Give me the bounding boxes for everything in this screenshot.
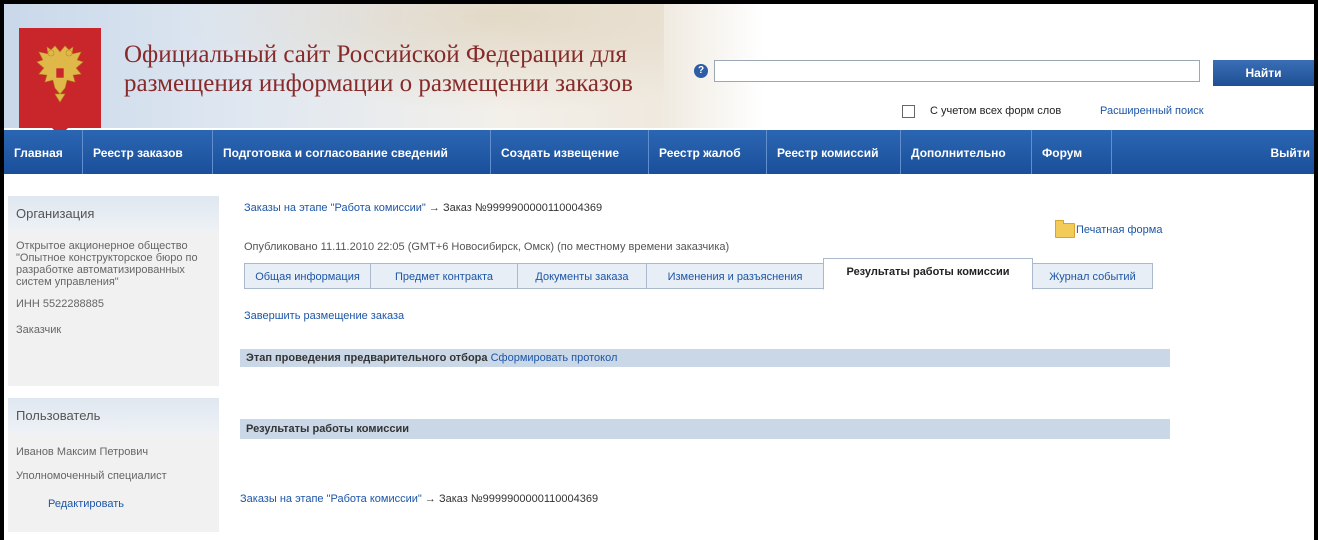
all-word-forms-label: С учетом всех форм слов	[930, 105, 1062, 117]
breadcrumb-arrow: →	[428, 202, 440, 214]
advanced-search-link[interactable]: Расширенный поиск	[1100, 105, 1204, 117]
tab-order-documents[interactable]: Документы заказа	[517, 263, 647, 289]
published-info: Опубликовано 11.11.2010 22:05 (GMT+6 Нов…	[244, 241, 730, 253]
breadcrumb: Заказы на этапе "Работа комиссии" → Зака…	[244, 202, 602, 214]
breadcrumb-stage-link[interactable]: Заказы на этапе "Работа комиссии"	[244, 202, 426, 214]
user-panel: Пользователь Иванов Максим Петрович Упол…	[8, 398, 219, 532]
folder-icon	[1055, 220, 1075, 238]
commission-results-title: Результаты работы комиссии	[246, 423, 409, 435]
organization-name: Открытое акционерное общество "Опытное к…	[16, 240, 198, 288]
tab-contract-subject[interactable]: Предмет контракта	[370, 263, 518, 289]
search-input[interactable]	[714, 60, 1200, 82]
logout-button[interactable]: Выйти	[1270, 130, 1314, 174]
tab-event-log[interactable]: Журнал событий	[1032, 263, 1153, 289]
print-form-link[interactable]: Печатная форма	[1076, 224, 1162, 236]
user-role: Уполномоченный специалист	[16, 470, 167, 482]
double-headed-eagle-icon	[36, 45, 84, 103]
user-panel-title: Пользователь	[8, 398, 219, 434]
tab-changes-clarifications[interactable]: Изменения и разъяснения	[646, 263, 824, 289]
nav-item-home[interactable]: Главная	[4, 130, 83, 174]
organization-role: Заказчик	[16, 324, 62, 336]
preselection-stage-title: Этап проведения предварительного отбора	[246, 352, 488, 364]
bottom-breadcrumb-order: Заказ №9999900000110004369	[438, 493, 599, 505]
tab-general-info[interactable]: Общая информация	[244, 263, 371, 289]
preselection-stage-bar: Этап проведения предварительного отбора …	[240, 349, 1170, 367]
main-nav: Главная Реестр заказов Подготовка и согл…	[4, 130, 1314, 174]
site-header: Официальный сайт Российской Федерации дл…	[4, 4, 1314, 136]
edit-profile-link[interactable]: Редактировать	[48, 498, 124, 510]
organization-panel: Организация Открытое акционерное обществ…	[8, 196, 219, 386]
nav-item-complaints-registry[interactable]: Реестр жалоб	[649, 130, 767, 174]
bottom-breadcrumb: Заказы на этапе "Работа комиссии" → Зака…	[240, 493, 598, 505]
organization-panel-title: Организация	[8, 196, 219, 232]
finish-order-link[interactable]: Завершить размещение заказа	[244, 310, 404, 322]
russian-emblem-logo[interactable]	[19, 28, 101, 136]
organization-inn: ИНН 5522288885	[16, 298, 105, 310]
commission-results-bar: Результаты работы комиссии	[240, 419, 1170, 439]
breadcrumb-order: Заказ №9999900000110004369	[442, 202, 603, 214]
nav-item-additional[interactable]: Дополнительно	[901, 130, 1032, 174]
bottom-breadcrumb-arrow: →	[424, 493, 436, 505]
nav-item-forum[interactable]: Форум	[1032, 130, 1112, 174]
find-button[interactable]: Найти	[1213, 60, 1314, 86]
nav-item-orders-registry[interactable]: Реестр заказов	[83, 130, 213, 174]
nav-item-preparation[interactable]: Подготовка и согласование сведений	[213, 130, 491, 174]
nav-item-create-notice[interactable]: Создать извещение	[491, 130, 649, 174]
user-name: Иванов Максим Петрович	[16, 446, 149, 458]
bottom-breadcrumb-stage-link[interactable]: Заказы на этапе "Работа комиссии"	[240, 493, 422, 505]
generate-protocol-link[interactable]: Сформировать протокол	[491, 352, 618, 364]
site-title: Официальный сайт Российской Федерации дл…	[124, 41, 633, 97]
help-icon[interactable]: ?	[694, 64, 708, 78]
tab-commission-results[interactable]: Результаты работы комиссии	[823, 258, 1033, 290]
nav-item-commissions-registry[interactable]: Реестр комиссий	[767, 130, 901, 174]
all-word-forms-checkbox[interactable]	[902, 105, 915, 118]
